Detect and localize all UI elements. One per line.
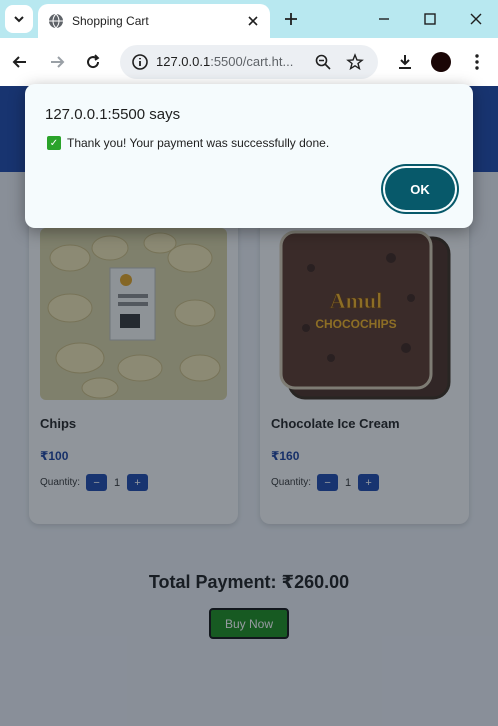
dialog-message-row: ✓ Thank you! Your payment was successful… bbox=[47, 136, 329, 150]
chevron-down-icon bbox=[14, 16, 24, 23]
url-host: 127.0.0.1 bbox=[156, 54, 211, 69]
reload-icon[interactable] bbox=[83, 52, 103, 72]
maximize-icon[interactable] bbox=[421, 10, 439, 28]
tab-search-button[interactable] bbox=[5, 5, 33, 33]
window-close-icon[interactable] bbox=[467, 10, 485, 28]
url-path: :5500/cart.ht... bbox=[210, 54, 294, 69]
bookmark-star-icon[interactable] bbox=[346, 53, 364, 71]
url-text: 127.0.0.1:5500/cart.ht... bbox=[156, 54, 293, 69]
browser-tab[interactable]: Shopping Cart bbox=[38, 4, 270, 38]
download-icon[interactable] bbox=[395, 52, 415, 72]
tab-strip: Shopping Cart bbox=[0, 0, 498, 38]
alert-dialog: 127.0.0.1:5500 says ✓ Thank you! Your pa… bbox=[25, 84, 473, 228]
new-tab-icon[interactable] bbox=[282, 10, 300, 28]
ok-button[interactable]: OK bbox=[385, 168, 455, 210]
close-tab-icon[interactable] bbox=[246, 14, 260, 28]
globe-icon bbox=[49, 13, 63, 29]
dialog-origin: 127.0.0.1:5500 says bbox=[45, 106, 181, 123]
forward-icon[interactable] bbox=[47, 52, 67, 72]
menu-kebab-icon[interactable] bbox=[467, 52, 487, 72]
tab-title: Shopping Cart bbox=[72, 14, 149, 28]
address-bar[interactable]: 127.0.0.1:5500/cart.ht... bbox=[120, 45, 378, 79]
zoom-icon[interactable] bbox=[314, 53, 332, 71]
profile-avatar[interactable] bbox=[431, 52, 451, 72]
browser-toolbar: 127.0.0.1:5500/cart.ht... bbox=[0, 38, 498, 86]
dialog-message: Thank you! Your payment was successfully… bbox=[67, 136, 330, 150]
check-mark-icon: ✓ bbox=[47, 136, 61, 150]
minimize-icon[interactable] bbox=[375, 10, 393, 28]
back-icon[interactable] bbox=[10, 52, 30, 72]
site-info-icon[interactable] bbox=[130, 52, 150, 72]
